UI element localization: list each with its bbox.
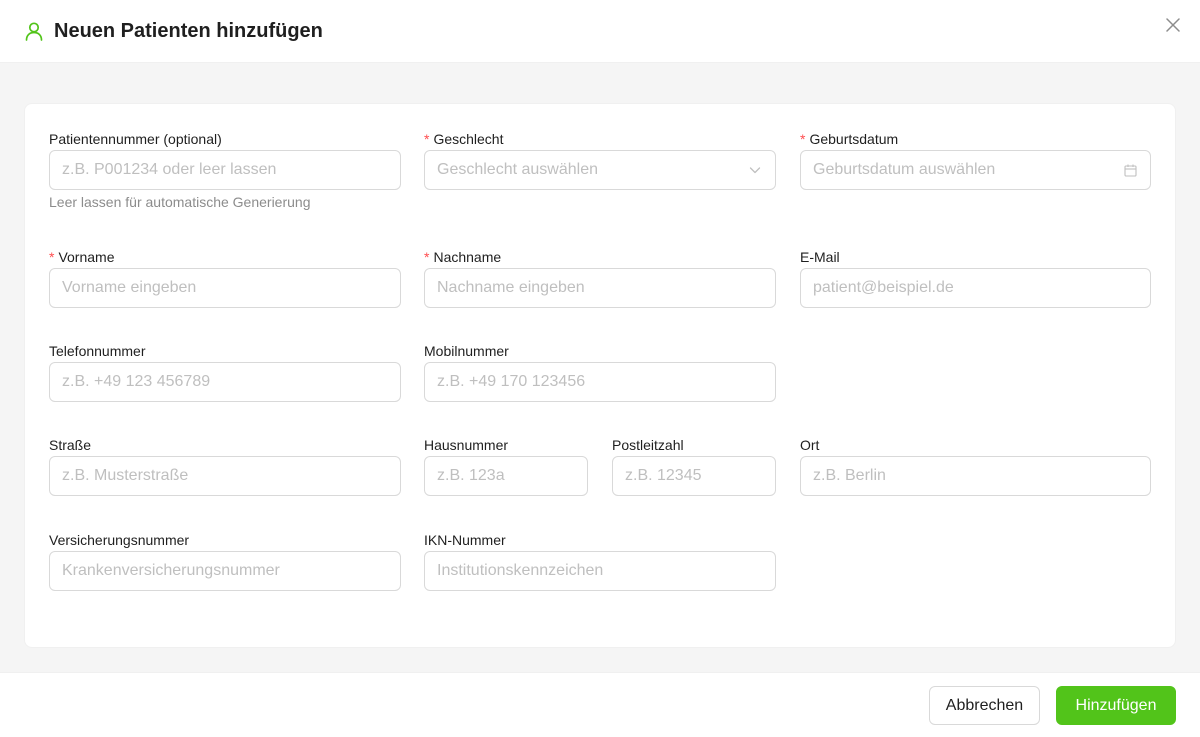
patient-number-help: Leer lassen für automatische Generierung	[49, 194, 311, 210]
birthdate-label: Geburtsdatum	[809, 131, 899, 147]
gender-select[interactable]: Geschlecht auswählen	[424, 150, 776, 190]
postal-code-input[interactable]	[612, 456, 776, 496]
form-card: Patientennummer (optional) Leer lassen f…	[24, 103, 1176, 648]
insurance-number-input[interactable]	[49, 551, 401, 591]
close-icon[interactable]	[1166, 17, 1180, 37]
patient-number-input[interactable]	[49, 150, 401, 190]
street-label: Straße	[49, 437, 92, 453]
mobile-label: Mobilnummer	[424, 343, 509, 359]
email-label: E-Mail	[800, 249, 840, 265]
add-button[interactable]: Hinzufügen	[1056, 686, 1176, 725]
ikn-number-label: IKN-Nummer	[424, 532, 506, 548]
phone-field: Telefonnummer	[49, 343, 401, 403]
house-number-label: Hausnummer	[424, 437, 509, 453]
gender-placeholder: Geschlecht auswählen	[437, 161, 598, 178]
birthdate-picker[interactable]: Geburtsdatum auswählen	[800, 150, 1151, 190]
user-icon	[24, 21, 44, 41]
last-name-label: Nachname	[433, 249, 502, 265]
birthdate-field: * Geburtsdatum Geburtsdatum auswählen	[800, 131, 1152, 191]
modal-body: Patientennummer (optional) Leer lassen f…	[0, 63, 1200, 672]
last-name-input[interactable]	[424, 268, 776, 308]
insurance-number-field: Versicherungsnummer	[49, 532, 401, 592]
ikn-number-input[interactable]	[424, 551, 776, 591]
modal-footer: Abbrechen Hinzufügen	[0, 672, 1200, 737]
mobile-input[interactable]	[424, 362, 776, 402]
required-marker: *	[424, 249, 430, 265]
email-input[interactable]	[800, 268, 1151, 308]
add-patient-modal: Neuen Patienten hinzufügen Patientennumm…	[0, 0, 1200, 737]
close-button[interactable]	[1163, 17, 1183, 37]
first-name-label: Vorname	[58, 249, 115, 265]
postal-code-field: Postleitzahl	[612, 437, 776, 497]
postal-code-label: Postleitzahl	[612, 437, 684, 453]
street-input[interactable]	[49, 456, 401, 496]
city-input[interactable]	[800, 456, 1151, 496]
gender-field: * Geschlecht Geschlecht auswählen	[424, 131, 776, 191]
patient-number-field: Patientennummer (optional) Leer lassen f…	[49, 131, 401, 221]
mobile-field: Mobilnummer	[424, 343, 776, 403]
required-marker: *	[424, 131, 430, 147]
city-label: Ort	[800, 437, 820, 453]
cancel-button[interactable]: Abbrechen	[929, 686, 1040, 725]
house-number-field: Hausnummer	[424, 437, 588, 497]
modal-title: Neuen Patienten hinzufügen	[54, 20, 323, 42]
email-field: E-Mail	[800, 249, 1152, 309]
first-name-input[interactable]	[49, 268, 401, 308]
required-marker: *	[800, 131, 806, 147]
last-name-field: * Nachname	[424, 249, 776, 309]
calendar-icon	[1122, 162, 1138, 178]
modal-header: Neuen Patienten hinzufügen	[0, 0, 1200, 63]
insurance-number-label: Versicherungsnummer	[49, 532, 190, 548]
birthdate-placeholder: Geburtsdatum auswählen	[813, 161, 996, 178]
first-name-field: * Vorname	[49, 249, 401, 309]
chevron-down-icon	[747, 162, 763, 178]
city-field: Ort	[800, 437, 1152, 497]
phone-label: Telefonnummer	[49, 343, 146, 359]
gender-label: Geschlecht	[433, 131, 504, 147]
street-field: Straße	[49, 437, 401, 497]
patient-number-label: Patientennummer (optional)	[49, 131, 222, 147]
ikn-number-field: IKN-Nummer	[424, 532, 776, 592]
required-marker: *	[49, 249, 55, 265]
phone-input[interactable]	[49, 362, 401, 402]
house-number-input[interactable]	[424, 456, 588, 496]
